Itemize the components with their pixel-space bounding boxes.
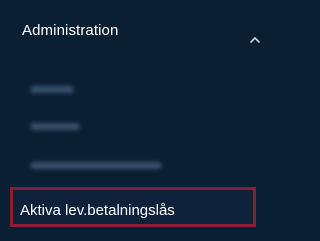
- blurred-item-label: [30, 86, 74, 93]
- chevron-up-icon[interactable]: [250, 30, 260, 43]
- sidebar-panel: Administration Aktiva lev.betalningslås: [0, 0, 270, 241]
- blurred-item-label: [30, 162, 162, 169]
- section-title: Administration: [22, 22, 119, 39]
- sidebar-item-label: Aktiva lev.betalningslås: [20, 202, 175, 219]
- section-header-administration[interactable]: Administration: [0, 0, 270, 62]
- sidebar-item-3[interactable]: [0, 146, 270, 190]
- sidebar-item-2[interactable]: [0, 107, 270, 151]
- blurred-item-label: [30, 123, 80, 130]
